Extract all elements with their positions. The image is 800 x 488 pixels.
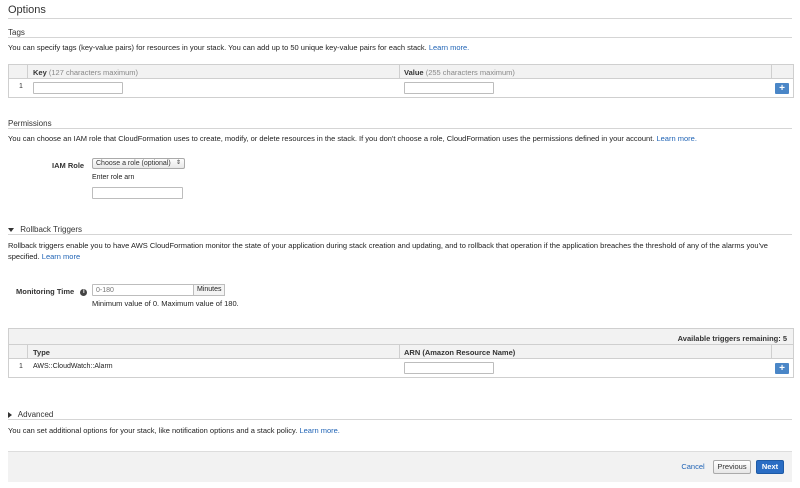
permissions-divider [8, 128, 792, 129]
trigger-arn-input[interactable] [404, 362, 494, 374]
tags-table: Key (127 characters maximum) Value (255 … [8, 64, 794, 98]
previous-button[interactable]: Previous [713, 460, 751, 474]
row-number: 1 [19, 363, 23, 370]
key-header-label: Key [33, 68, 47, 77]
advanced-header-label: Advanced [17, 410, 54, 419]
col-separator [771, 65, 772, 78]
permissions-description: You can choose an IAM role that CloudFor… [8, 134, 697, 143]
info-icon[interactable]: i [80, 288, 88, 296]
tags-description: You can specify tags (key-value pairs) f… [8, 43, 469, 52]
rollback-triggers-toggle[interactable]: Rollback Triggers [8, 225, 82, 234]
expand-right-icon [8, 411, 12, 418]
triggers-table-header: Type ARN (Amazon Resource Name) [9, 345, 793, 359]
triggers-table-row: 1 AWS::CloudWatch::Alarm + [9, 359, 793, 377]
col-separator [27, 345, 28, 358]
page-title: Options [8, 4, 46, 16]
key-header-hint: (127 characters maximum) [48, 68, 139, 77]
next-button[interactable]: Next [756, 460, 784, 474]
expand-down-icon [8, 227, 14, 232]
permissions-description-text: You can choose an IAM role that CloudFor… [8, 134, 655, 143]
triggers-table-caption: Available triggers remaining: 5 [9, 329, 793, 345]
advanced-divider [8, 419, 792, 420]
monitoring-time-label: Monitoring Time i [16, 287, 88, 296]
tags-divider [8, 37, 792, 38]
col-separator [399, 65, 400, 78]
add-tag-button[interactable]: + [775, 83, 789, 94]
cancel-button[interactable]: Cancel [678, 461, 708, 475]
iam-role-label: IAM Role [52, 161, 85, 170]
select-arrows-icon: ⇕ [175, 160, 181, 166]
iam-role-select-value: Choose a role (optional) [96, 160, 171, 167]
iam-role-select[interactable]: Choose a role (optional) ⇕ [92, 158, 185, 169]
title-divider [8, 18, 792, 19]
tags-learn-more-link[interactable]: Learn more. [429, 43, 469, 52]
rollback-learn-more-link[interactable]: Learn more [42, 252, 80, 261]
triggers-table: Available triggers remaining: 5 Type ARN… [8, 328, 794, 378]
available-triggers-count: Available triggers remaining: 5 [677, 334, 787, 343]
tags-description-text: You can specify tags (key-value pairs) f… [8, 43, 427, 52]
monitoring-time-input[interactable] [92, 284, 194, 296]
col-separator [399, 345, 400, 358]
tags-table-header: Key (127 characters maximum) Value (255 … [9, 65, 793, 79]
tags-header: Tags [8, 28, 25, 37]
tags-table-row: 1 + [9, 79, 793, 97]
advanced-description: You can set additional options for your … [8, 426, 340, 435]
tags-value-column-header: Value (255 characters maximum) [404, 68, 515, 77]
tag-value-input[interactable] [404, 82, 494, 94]
advanced-learn-more-link[interactable]: Learn more. [299, 426, 339, 435]
rollback-description: Rollback triggers enable you to have AWS… [8, 240, 788, 262]
rollback-divider [8, 234, 792, 235]
advanced-toggle[interactable]: Advanced [8, 410, 53, 419]
value-header-hint: (255 characters maximum) [425, 68, 515, 77]
type-column-header: Type [33, 348, 50, 357]
arn-column-header: ARN (Amazon Resource Name) [404, 348, 516, 357]
monitoring-range-hint: Minimum value of 0. Maximum value of 180… [92, 299, 239, 308]
add-trigger-button[interactable]: + [775, 363, 789, 374]
advanced-description-text: You can set additional options for your … [8, 426, 298, 435]
rollback-header-label: Rollback Triggers [20, 225, 83, 234]
rollback-description-text: Rollback triggers enable you to have AWS… [8, 241, 768, 261]
col-separator [27, 65, 28, 78]
trigger-type-value: AWS::CloudWatch::Alarm [33, 363, 113, 370]
enter-role-arn-label: Enter role arn [92, 174, 135, 181]
permissions-learn-more-link[interactable]: Learn more. [656, 134, 696, 143]
value-header-label: Value [404, 68, 424, 77]
monitoring-time-text: Monitoring Time [16, 287, 75, 296]
row-number: 1 [19, 83, 23, 90]
minutes-addon: Minutes [193, 284, 225, 296]
col-separator [771, 345, 772, 358]
permissions-header: Permissions [8, 119, 52, 128]
tags-key-column-header: Key (127 characters maximum) [33, 68, 138, 77]
tag-key-input[interactable] [33, 82, 123, 94]
role-arn-input[interactable] [92, 187, 183, 199]
footer-bar: Cancel Previous Next [8, 451, 792, 482]
